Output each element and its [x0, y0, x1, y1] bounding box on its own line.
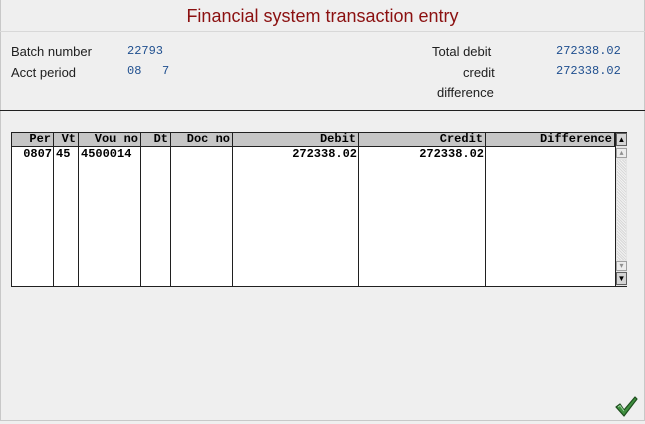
acct-period-year: 7	[162, 64, 170, 78]
section-divider	[0, 110, 645, 111]
window-title: Financial system transaction entry	[186, 6, 459, 26]
scroll-up-icon[interactable]: ▴	[616, 148, 627, 158]
col-header-difference[interactable]: Difference	[486, 133, 615, 147]
col-vou-no	[79, 147, 141, 286]
checkmark-icon[interactable]	[614, 395, 638, 419]
col-header-vt[interactable]: Vt	[54, 133, 79, 147]
scroll-down-icon[interactable]: ▾	[616, 261, 627, 271]
col-header-debit[interactable]: Debit	[233, 133, 359, 147]
cell-doc-no[interactable]	[171, 148, 233, 162]
cell-dt[interactable]	[141, 148, 171, 162]
cell-per[interactable]: 0807	[12, 148, 54, 162]
cell-difference[interactable]	[486, 148, 615, 162]
col-per	[12, 147, 54, 286]
cell-vt[interactable]: 45	[54, 148, 79, 162]
col-vt	[54, 147, 79, 286]
col-header-vou-no[interactable]: Vou no	[79, 133, 141, 147]
transaction-grid[interactable]: Per Vt Vou no Dt Doc no Debit Credit Dif…	[11, 132, 627, 287]
cell-debit[interactable]: 272338.02	[233, 148, 359, 162]
batch-number-value: 22793	[127, 44, 164, 58]
col-debit	[233, 147, 359, 286]
batch-number-label: Batch number	[11, 44, 92, 59]
scroll-top-icon[interactable]: ▲	[616, 133, 627, 146]
credit-label: credit	[463, 65, 495, 80]
cell-credit[interactable]: 272338.02	[359, 148, 486, 162]
col-header-per[interactable]: Per	[12, 133, 54, 147]
acct-period-label: Acct period	[11, 65, 77, 80]
grid-scrollbar[interactable]: ▲ ▴ ▾ ▼	[615, 133, 627, 286]
col-doc-no	[171, 147, 233, 286]
total-debit-label: Total debit	[432, 44, 492, 59]
credit-value: 272338.02	[556, 64, 621, 78]
col-header-doc-no[interactable]: Doc no	[171, 133, 233, 147]
scroll-bottom-icon[interactable]: ▼	[616, 272, 627, 285]
acct-period-month: 08	[127, 64, 142, 78]
total-debit-value: 272338.02	[556, 44, 621, 58]
col-header-credit[interactable]: Credit	[359, 133, 486, 147]
title-divider	[0, 31, 645, 32]
col-dt	[141, 147, 171, 286]
col-header-dt[interactable]: Dt	[141, 133, 171, 147]
difference-label: difference	[437, 85, 494, 100]
scroll-track[interactable]	[617, 160, 626, 260]
cell-vou-no[interactable]: 4500014	[79, 148, 141, 162]
col-credit	[359, 147, 486, 286]
